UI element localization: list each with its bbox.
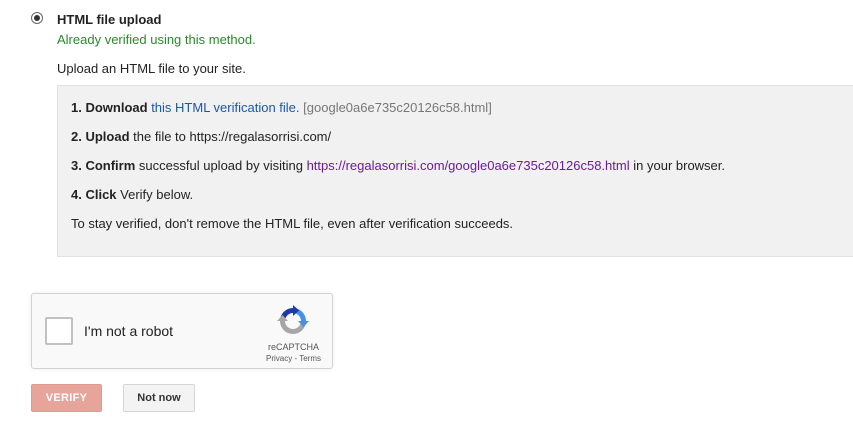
verification-url-link[interactable]: https://regalasorrisi.com/google0a6e735c… (307, 158, 630, 173)
method-title: HTML file upload (57, 12, 162, 27)
recaptcha-widget: I'm not a robot reCAPTCHA Privacy - Term… (31, 293, 333, 369)
step-text: the file to https://regalasorrisi.com/ (133, 129, 332, 144)
step-text: Verify below. (120, 187, 194, 202)
verify-button[interactable]: VERIFY (31, 384, 102, 412)
privacy-link[interactable]: Privacy (266, 354, 292, 363)
step-label: 2. Upload (71, 129, 130, 144)
instructions-panel: 1. Download this HTML verification file.… (57, 85, 853, 257)
recaptcha-brand: reCAPTCHA (267, 342, 319, 352)
step-click: 4. Click Verify below. (71, 187, 193, 202)
step-label: 1. Download (71, 100, 148, 115)
recaptcha-footer: Privacy - Terms (256, 354, 331, 363)
step-text: successful upload by visiting (138, 158, 303, 173)
verification-filename: [google0a6e735c20126c58.html] (303, 100, 492, 115)
step-label: 4. Click (71, 187, 117, 202)
step-download: 1. Download this HTML verification file.… (71, 100, 492, 115)
recaptcha-checkbox[interactable] (45, 317, 73, 345)
html-upload-radio[interactable] (31, 12, 43, 24)
stay-verified-note: To stay verified, don't remove the HTML … (71, 216, 514, 231)
download-file-link[interactable]: this HTML verification file. (151, 100, 299, 115)
verified-note: Already verified using this method. (57, 32, 256, 47)
step-label: 3. Confirm (71, 158, 136, 173)
step-suffix: in your browser. (633, 158, 726, 173)
not-now-button[interactable]: Not now (123, 384, 195, 412)
step-upload: 2. Upload the file to https://regalasorr… (71, 129, 331, 144)
recaptcha-label: I'm not a robot (84, 323, 174, 339)
method-description: Upload an HTML file to your site. (57, 61, 246, 76)
recaptcha-logo-icon (277, 305, 309, 334)
step-confirm: 3. Confirm successful upload by visiting… (71, 158, 725, 173)
terms-link[interactable]: Terms (299, 354, 321, 363)
